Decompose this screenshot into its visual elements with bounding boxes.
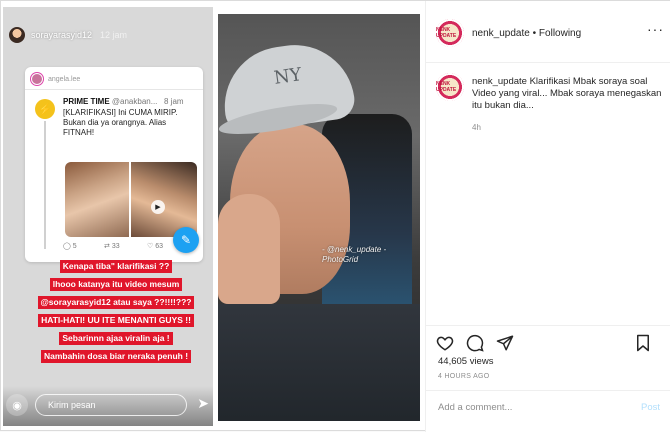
story-red-captions: Kenapa tiba" klarifikasi ?? lhooo katany…	[25, 256, 207, 364]
comment-input[interactable]: Add a comment...	[438, 402, 512, 413]
story-time: 12 jam	[100, 30, 128, 40]
caption-time: 4h	[472, 123, 481, 132]
tweet-photo-right	[131, 162, 197, 237]
cap-logo: NY	[272, 64, 303, 89]
tweet-actions: ◯ 5 ⇄ 33 ♡ 63	[63, 242, 163, 250]
avatar-text: NENK UPDATE	[436, 27, 457, 39]
red-caption-line: HATI-HATI! UU ITE MENANTI GUYS !!	[38, 314, 194, 327]
play-icon: ▶	[151, 200, 165, 214]
post-actions: 44,605 views 4 HOURS AGO	[426, 325, 670, 385]
post-timestamp: 4 HOURS AGO	[438, 373, 490, 380]
bookmark-icon[interactable]	[634, 334, 652, 352]
retweet-count: 33	[111, 243, 120, 250]
card-avatar	[31, 73, 43, 85]
tweet-account-name: PRIME TIME	[63, 97, 110, 106]
caption: nenk_update Klarifikasi Mbak soraya soal…	[472, 76, 662, 112]
tweet-likes: ♡ 63	[146, 243, 163, 250]
watermark-app: PhotoGrid	[322, 255, 359, 264]
caption-avatar-text: NENK UPDATE	[436, 81, 457, 93]
caption-block: NENK UPDATE nenk_update Klarifikasi Mbak…	[426, 63, 670, 325]
post-sidebar: NENK UPDATE nenk_update • Following ··· …	[425, 1, 670, 432]
tweet-author: PRIME TIME @anakban...	[63, 97, 157, 106]
share-icon[interactable]	[496, 334, 514, 352]
caption-avatar[interactable]: NENK UPDATE	[436, 73, 464, 101]
camera-icon: ◉	[6, 394, 28, 416]
video-frame[interactable]: NY - @nenk_update - PhotoGrid	[218, 14, 420, 421]
card-divider	[25, 89, 203, 90]
story-username: sorayarasyid12	[31, 30, 93, 40]
reply-count: 5	[72, 243, 77, 250]
post-header: NENK UPDATE nenk_update • Following ···	[426, 1, 670, 63]
more-icon[interactable]: ···	[647, 21, 664, 37]
following-button[interactable]: Following	[539, 28, 581, 39]
tweet-time: 8 jam	[164, 97, 184, 106]
story-header: sorayarasyid12 12 jam	[9, 27, 127, 43]
red-caption-line: lhooo katanya itu video mesum	[49, 278, 183, 291]
tweet-retweets: ⇄ 33	[104, 243, 120, 250]
tweet-replies: ◯ 5	[63, 243, 77, 250]
compose-icon: ✎	[173, 227, 199, 253]
story-avatar	[9, 27, 25, 43]
watermark-handle: - @nenk_update -	[322, 245, 387, 254]
tweet-text: [KLARIFIKASI] Ini CUMA MIRIP. Bukan dia …	[63, 108, 178, 137]
watermark-handle-text: @nenk_update	[326, 245, 382, 254]
thread-line	[44, 121, 46, 249]
heart-icon[interactable]	[436, 334, 454, 352]
comment-icon[interactable]	[466, 334, 484, 352]
action-icons	[436, 334, 514, 352]
video-subject-hand	[218, 194, 280, 304]
video-watermark: - @nenk_update - PhotoGrid	[322, 245, 386, 265]
card-header: angela.lee	[31, 73, 80, 85]
tweet-photo-left	[65, 162, 129, 237]
instagram-post-window: sorayarasyid12 12 jam angela.lee ⚡ PRIME…	[0, 0, 670, 432]
red-caption-line: Kenapa tiba" klarifikasi ??	[59, 260, 173, 273]
header-username[interactable]: nenk_update	[472, 28, 530, 39]
story-reply-input: Kirim pesan	[35, 394, 187, 416]
tweet-handle: @anakban...	[111, 97, 158, 106]
tweet-account-logo: ⚡	[35, 99, 55, 119]
red-caption-line: Sebarinnn ajaa viralin aja !	[59, 332, 173, 345]
reposted-tweet-card: angela.lee ⚡ PRIME TIME @anakban... 8 ja…	[25, 67, 203, 262]
story-reply-bar: ◉ Kirim pesan ➤	[3, 386, 213, 426]
header-dot: •	[532, 28, 537, 39]
caption-username[interactable]: nenk_update	[472, 76, 527, 87]
header-user-line: nenk_update • Following	[472, 28, 581, 39]
send-icon: ➤	[197, 395, 209, 411]
video-subject-body	[218, 304, 420, 421]
story-screenshot: sorayarasyid12 12 jam angela.lee ⚡ PRIME…	[3, 7, 213, 426]
view-count[interactable]: 44,605 views	[438, 356, 493, 367]
like-count: 63	[155, 243, 163, 250]
red-caption-line: Nambahin dosa biar neraka penuh !	[40, 350, 192, 363]
account-avatar[interactable]: NENK UPDATE	[436, 19, 464, 47]
post-comment-button[interactable]: Post	[641, 402, 660, 413]
red-caption-line: @sorayarasyid12 atau saya ??!!!!???	[37, 296, 195, 309]
card-username: angela.lee	[48, 75, 81, 83]
comment-bar: Add a comment... Post	[426, 390, 670, 426]
